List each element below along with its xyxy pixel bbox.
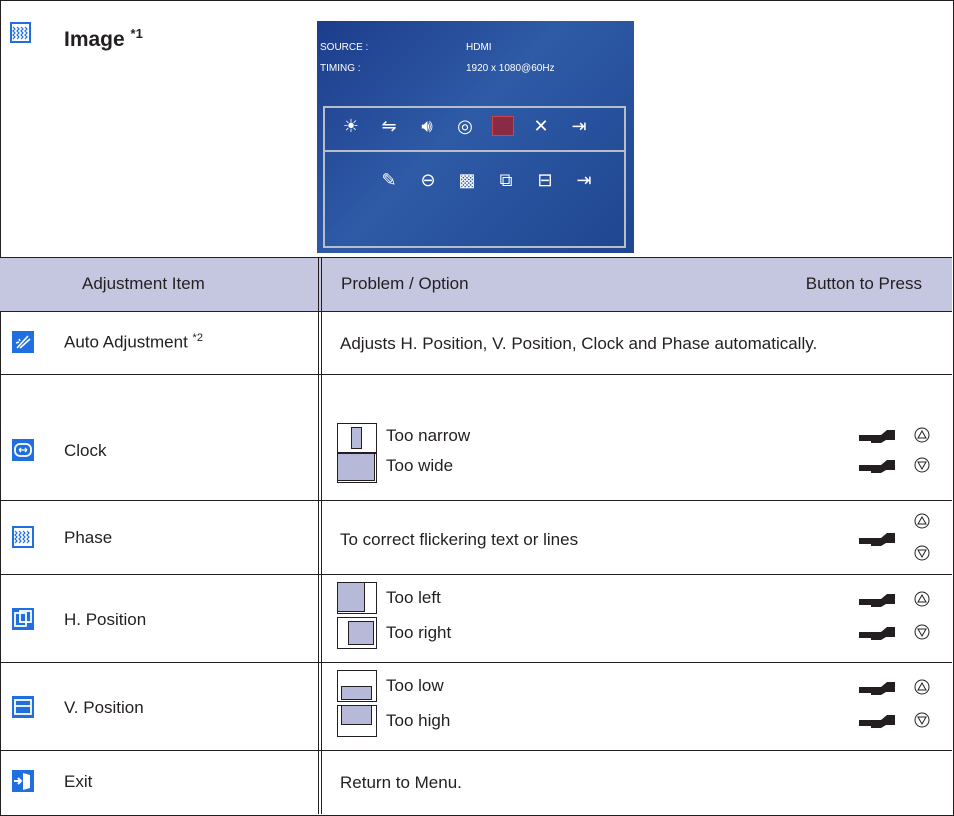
down-button-icon bbox=[914, 624, 930, 640]
too-right-swatch bbox=[337, 617, 377, 649]
column-header-item: Adjustment Item bbox=[82, 274, 205, 293]
row-label: Exit bbox=[64, 772, 93, 791]
option-label: Too right bbox=[386, 623, 452, 642]
image-menu-icon bbox=[491, 114, 515, 138]
osd-menu-preview: SOURCE : HDMI TIMING : 1920 x 1080@60Hz … bbox=[317, 21, 634, 253]
phase-icon bbox=[10, 22, 31, 43]
phase-icon: ▩ bbox=[458, 169, 476, 190]
row-description: Adjusts H. Position, V. Position, Clock … bbox=[340, 334, 818, 353]
option-label: Too left bbox=[386, 588, 441, 607]
up-button-icon bbox=[914, 679, 930, 695]
down-button-icon bbox=[914, 457, 930, 473]
table-row: Phase To correct flickering text or line… bbox=[0, 501, 952, 575]
row-label: Auto Adjustment *2 bbox=[64, 332, 203, 352]
table-row: Auto Adjustment *2 Adjusts H. Position, … bbox=[0, 312, 952, 375]
pointing-hand-icon bbox=[859, 682, 895, 695]
table-row: Clock Too narrow Too wide bbox=[0, 375, 952, 501]
timing-value: 1920 x 1080@60Hz bbox=[466, 63, 555, 74]
row-label: Clock bbox=[64, 441, 107, 460]
option-label: Too high bbox=[386, 711, 451, 730]
table-row: H. Position Too left Too right bbox=[0, 575, 952, 663]
row-label: H. Position bbox=[64, 610, 147, 629]
pointing-hand-icon bbox=[859, 460, 895, 473]
too-high-swatch bbox=[337, 705, 377, 737]
auto-adjust-icon bbox=[12, 331, 34, 353]
column-header-problem: Problem / Option bbox=[341, 274, 469, 293]
row-label: Phase bbox=[64, 528, 113, 547]
image-section-header: Image *1 SOURCE : HDMI TIMING : 1920 x 1… bbox=[0, 0, 952, 258]
down-button-icon bbox=[914, 712, 930, 728]
column-header-button: Button to Press bbox=[805, 274, 922, 293]
up-button-icon bbox=[914, 591, 930, 607]
up-button-icon bbox=[914, 427, 930, 443]
table-row: V. Position Too low Too high bbox=[0, 663, 952, 751]
audio-icon: 🔊︎ bbox=[421, 115, 433, 136]
too-left-swatch bbox=[337, 582, 377, 614]
clock-icon: ⊖ bbox=[420, 169, 436, 190]
brightness-icon: ☀ bbox=[342, 115, 360, 136]
option-label: Too wide bbox=[386, 456, 454, 475]
pointing-hand-icon bbox=[859, 533, 895, 546]
input-select-icon: ⇋ bbox=[381, 115, 397, 136]
down-button-icon bbox=[914, 545, 930, 561]
option-label: Too low bbox=[386, 676, 444, 695]
v-position-icon bbox=[12, 696, 34, 718]
source-value: HDMI bbox=[466, 42, 492, 53]
too-wide-swatch bbox=[337, 453, 377, 483]
color-icon: ◎ bbox=[457, 115, 473, 136]
setup-tools-icon: ✕ bbox=[533, 115, 549, 136]
h-position-icon: ⧉ bbox=[499, 169, 513, 190]
option-label: Too narrow bbox=[386, 426, 471, 445]
timing-label: TIMING : bbox=[320, 63, 361, 74]
row-description: To correct flickering text or lines bbox=[340, 530, 579, 549]
row-description: Return to Menu. bbox=[340, 773, 462, 792]
auto-adjust-icon: ✎ bbox=[381, 169, 397, 190]
osd-menu-panel: ☀ ⇋ 🔊︎ ◎ ✕ ⇥ ✎ ⊖ ▩ ⧉ ⊟ ⇥ bbox=[323, 106, 626, 248]
clock-icon bbox=[12, 439, 34, 461]
exit-icon bbox=[12, 770, 34, 792]
pointing-hand-icon bbox=[859, 715, 895, 728]
up-button-icon bbox=[914, 513, 930, 529]
phase-icon bbox=[12, 526, 34, 548]
exit-icon: ⇥ bbox=[576, 169, 592, 190]
pointing-hand-icon bbox=[859, 627, 895, 640]
too-narrow-swatch bbox=[337, 423, 377, 453]
pointing-hand-icon bbox=[859, 594, 895, 607]
too-low-swatch bbox=[337, 670, 377, 702]
section-title: Image *1 bbox=[64, 26, 143, 51]
h-position-icon bbox=[12, 608, 34, 630]
table-row: Exit Return to Menu. bbox=[0, 751, 952, 814]
source-label: SOURCE : bbox=[320, 42, 369, 53]
exit-icon: ⇥ bbox=[571, 115, 587, 136]
pointing-hand-icon bbox=[859, 430, 895, 443]
table-header: Adjustment Item Problem / Option Button … bbox=[0, 258, 952, 312]
v-position-icon: ⊟ bbox=[537, 169, 553, 190]
row-label: V. Position bbox=[64, 698, 144, 717]
